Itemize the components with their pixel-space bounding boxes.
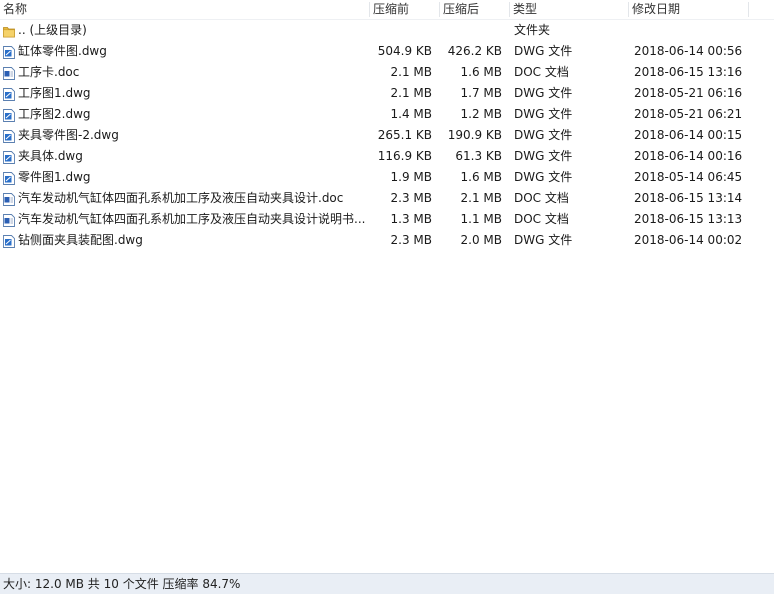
file-row[interactable]: 汽车发动机气缸体四面孔系机加工序及液压自动夹具设计.doc 2.3 MB 2.1 M… [0,188,774,209]
file-name: 缸体零件图.dwg [18,44,107,58]
dwg-file-icon [3,150,15,164]
column-divider[interactable] [369,2,370,17]
file-type: DOC 文档 [514,212,569,226]
file-type: DWG 文件 [514,107,573,121]
modified-date: 2018-06-15 13:13 [634,212,743,226]
file-row[interactable]: 工序图1.dwg 2.1 MB 1.7 MB DWG 文件 2018-05-21 06:… [0,83,774,104]
size-before: 2.3 MB [390,191,432,205]
modified-date [634,20,770,41]
file-name: 汽车发动机气缸体四面孔系机加工序及液压自动夹具设计说明书... [18,212,366,226]
modified-date: 2018-06-14 00:02 [634,233,743,247]
column-divider[interactable] [439,2,440,17]
status-text: 大小: 12.0 MB 共 10 个文件 压缩率 84.7% [3,577,241,591]
file-row[interactable]: 夹具零件图-2.dwg 265.1 KB 190.9 KB DWG 文件 2018-06… [0,125,774,146]
dwg-file-icon [3,45,15,59]
file-list: .. (上级目录) 文件夹缸体零件图.dwg 504.9 KB 426.2 KB DWG… [0,20,774,251]
file-name: 工序图1.dwg [18,86,91,100]
column-divider[interactable] [748,2,749,17]
file-name: 工序卡.doc [18,65,80,79]
size-after: 1.6 MB [460,170,502,184]
file-name: 夹具零件图-2.dwg [18,128,119,142]
size-before: 1.3 MB [390,212,432,226]
size-before: 1.9 MB [390,170,432,184]
column-header-date[interactable]: 修改日期 [632,0,680,19]
size-before: 2.1 MB [390,86,432,100]
modified-date: 2018-05-14 06:45 [634,170,743,184]
file-name: .. (上级目录) [18,23,87,37]
column-header-after[interactable]: 压缩后 [443,0,479,19]
size-before [368,20,432,41]
size-after [440,20,502,41]
dwg-file-icon [3,234,15,248]
column-header-type[interactable]: 类型 [513,0,537,19]
column-divider[interactable] [628,2,629,17]
file-row[interactable]: 夹具体.dwg 116.9 KB 61.3 KB DWG 文件 2018-06-14 0… [0,146,774,167]
modified-date: 2018-06-15 13:14 [634,191,743,205]
file-type: DWG 文件 [514,86,573,100]
column-divider[interactable] [509,2,510,17]
size-after: 1.2 MB [460,107,502,121]
size-before: 116.9 KB [377,149,432,163]
status-bar: 大小: 12.0 MB 共 10 个文件 压缩率 84.7% [0,573,774,594]
file-name: 钻侧面夹具装配图.dwg [18,233,143,247]
size-after: 61.3 KB [455,149,502,163]
size-before: 1.4 MB [390,107,432,121]
file-row[interactable]: 工序图2.dwg 1.4 MB 1.2 MB DWG 文件 2018-05-21 06:… [0,104,774,125]
column-header-name[interactable]: 名称 [3,0,27,19]
size-before: 2.1 MB [390,65,432,79]
size-after: 1.7 MB [460,86,502,100]
modified-date: 2018-05-21 06:16 [634,86,743,100]
modified-date: 2018-05-21 06:21 [634,107,743,121]
dwg-file-icon [3,87,15,101]
modified-date: 2018-06-15 13:16 [634,65,743,79]
size-before: 504.9 KB [377,44,432,58]
file-name: 零件图1.dwg [18,170,91,184]
modified-date: 2018-06-14 00:15 [634,128,743,142]
file-row[interactable]: .. (上级目录) 文件夹 [0,20,774,41]
file-type: DWG 文件 [514,170,573,184]
file-type: 文件夹 [514,23,551,37]
size-before: 2.3 MB [390,233,432,247]
file-name: 夹具体.dwg [18,149,83,163]
doc-file-icon [3,66,15,80]
modified-date: 2018-06-14 00:16 [634,149,743,163]
size-after: 2.0 MB [460,233,502,247]
file-name: 汽车发动机气缸体四面孔系机加工序及液压自动夹具设计.doc [18,191,344,205]
size-before: 265.1 KB [377,128,432,142]
size-after: 1.1 MB [460,212,502,226]
dwg-file-icon [3,129,15,143]
file-type: DWG 文件 [514,44,573,58]
file-type: DWG 文件 [514,128,573,142]
file-row[interactable]: 工序卡.doc 2.1 MB 1.6 MB DOC 文档 2018-06-15 13:1… [0,62,774,83]
dwg-file-icon [3,108,15,122]
doc-file-icon [3,213,15,227]
file-name: 工序图2.dwg [18,107,91,121]
file-row[interactable]: 汽车发动机气缸体四面孔系机加工序及液压自动夹具设计说明书... 1.3 MB 1.1… [0,209,774,230]
doc-file-icon [3,192,15,206]
dwg-file-icon [3,171,15,185]
file-row[interactable]: 缸体零件图.dwg 504.9 KB 426.2 KB DWG 文件 2018-06-1… [0,41,774,62]
file-type: DOC 文档 [514,191,569,205]
file-type: DOC 文档 [514,65,569,79]
size-after: 2.1 MB [460,191,502,205]
file-type: DWG 文件 [514,233,573,247]
size-after: 190.9 KB [447,128,502,142]
file-row[interactable]: 钻侧面夹具装配图.dwg 2.3 MB 2.0 MB DWG 文件 2018-06-14… [0,230,774,251]
file-type: DWG 文件 [514,149,573,163]
size-after: 1.6 MB [460,65,502,79]
column-header: 名称 压缩前 压缩后 类型 修改日期 [0,0,774,20]
modified-date: 2018-06-14 00:56 [634,44,743,58]
size-after: 426.2 KB [447,44,502,58]
file-row[interactable]: 零件图1.dwg 1.9 MB 1.6 MB DWG 文件 2018-05-14 06:… [0,167,774,188]
folder-icon [3,24,15,38]
column-header-before[interactable]: 压缩前 [373,0,409,19]
